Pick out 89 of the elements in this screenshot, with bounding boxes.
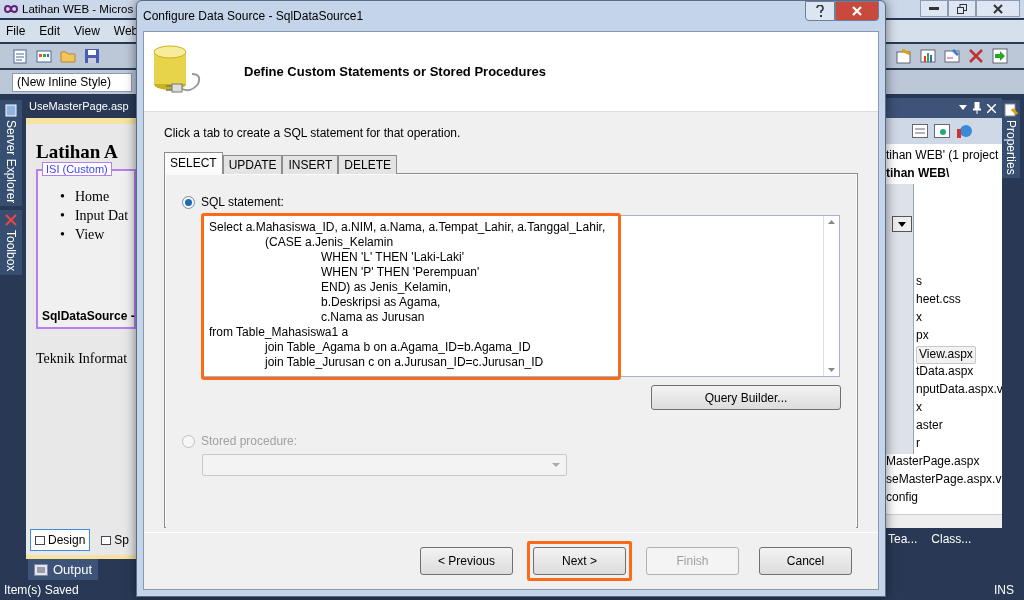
tree-item[interactable]: heet.css <box>916 292 961 310</box>
page-link[interactable]: Input Dat <box>74 206 129 225</box>
window-title: Latihan WEB - Micros <box>22 3 134 15</box>
menu-item[interactable]: File <box>6 24 26 38</box>
help-button[interactable] <box>805 1 835 21</box>
sql-field[interactable] <box>202 215 840 377</box>
tree-item[interactable]: config <box>886 490 919 508</box>
tree-item[interactable]: aster <box>916 418 943 436</box>
minimize-button[interactable] <box>920 0 948 17</box>
tree-item[interactable]: View.aspx <box>916 346 976 364</box>
caret-icon <box>552 463 560 467</box>
restore-icon <box>957 3 967 14</box>
close-button[interactable] <box>976 0 1020 17</box>
bullet: • <box>60 207 65 225</box>
tree-item[interactable]: seMasterPage.aspx.v <box>886 472 1002 490</box>
tree-item[interactable]: tihan WEB' (1 project <box>886 148 999 166</box>
status-message: Item(s) Saved <box>4 583 79 597</box>
sql-text: Select a.Mahasiswa_ID, a.NIM, a.Nama, a.Tempat_Lahir, a.Tanggal_Lahir, (CASE a.Jenis_Kelamin WHEN 'L' THEN 'Laki-Laki' WHEN 'P' THEN 'Perempuan' END) as Jenis_Kelamin, b.Deskripsi as Agama, c.Nama as Jurusan from Table_Mahasiswa1 a join Table_Agama b on a.Agama_ID=b.Agama_ID join Table_Jurusan c on a.Jurusan_ID=c.Jurusan_ID <box>208 219 607 371</box>
document-icon[interactable] <box>896 48 912 64</box>
pin-icon[interactable] <box>973 102 981 114</box>
menu-item[interactable]: View <box>74 24 100 38</box>
infinity-icon <box>3 4 19 14</box>
radio-button[interactable] <box>182 195 195 209</box>
close-icon[interactable] <box>987 103 996 113</box>
arrow-icon[interactable] <box>992 48 1008 64</box>
page-heading: Latihan A <box>36 142 118 161</box>
output-button[interactable]: Output <box>28 559 99 580</box>
view-tab[interactable]: Sp <box>96 529 130 551</box>
dialog-heading: Define Custom Statements or Stored Procedures <box>244 63 546 80</box>
statement-tab[interactable]: UPDATE <box>222 155 283 174</box>
close-icon <box>852 6 862 16</box>
footer-text: Teknik Informat <box>36 351 128 367</box>
statement-tab[interactable]: DELETE <box>338 155 397 174</box>
bullet: • <box>60 188 65 206</box>
tree-item[interactable]: tihan WEB\ <box>886 166 950 184</box>
tree-item[interactable]: r <box>916 436 920 454</box>
wizard-button[interactable]: Next > <box>533 547 626 575</box>
placeholder-label: ISI (Custom) <box>42 162 112 176</box>
horizontal-scrollbar[interactable] <box>886 514 1002 528</box>
bullet: • <box>60 226 65 244</box>
form-icon[interactable] <box>944 48 960 64</box>
page-link[interactable]: View <box>74 225 105 244</box>
option-label[interactable]: SQL statement: <box>201 195 284 209</box>
side-tab[interactable]: Properties <box>1002 100 1020 178</box>
view-icon <box>35 535 45 545</box>
statement-tab[interactable]: SELECT <box>164 152 223 174</box>
tree-item[interactable]: px <box>916 328 929 346</box>
properties-icon <box>1004 103 1018 117</box>
side-tab[interactable]: Server Explorer <box>0 100 22 207</box>
view-icon <box>101 535 112 545</box>
tree-item[interactable]: nputData.aspx.v <box>916 382 1002 400</box>
document-icon[interactable] <box>12 48 28 64</box>
tree-item[interactable]: MasterPage.aspx <box>886 454 980 472</box>
statement-tab[interactable]: INSERT <box>282 155 339 174</box>
query-builder-button[interactable]: Query Builder... <box>651 385 841 410</box>
page-link[interactable]: Home <box>74 187 110 206</box>
close-icon <box>993 3 1003 14</box>
minimize-icon <box>929 6 939 11</box>
style-dropdown[interactable]: (New Inline Style) <box>12 72 132 92</box>
restore-button[interactable] <box>948 0 976 17</box>
document-tab[interactable]: UseMasterPage.asp <box>26 98 132 118</box>
list-icon[interactable] <box>912 124 928 138</box>
side-tab[interactable]: Toolbox <box>0 210 22 275</box>
panel-tab[interactable]: Class... <box>931 532 972 546</box>
panel-tab[interactable]: Tea... <box>888 532 918 546</box>
instruction-text: Click a tab to create a SQL statement for that operation. <box>164 126 462 140</box>
datasource-control: SqlDataSource - <box>42 309 135 323</box>
tree-item[interactable]: x <box>916 400 922 418</box>
caret-icon <box>898 221 906 227</box>
tree-item[interactable]: s <box>916 274 922 292</box>
wizard-button[interactable]: < Previous <box>420 547 513 575</box>
dropdown-arrow-button[interactable] <box>892 216 912 232</box>
chart-icon[interactable] <box>920 48 936 64</box>
tree-item[interactable]: tData.aspx <box>916 364 974 382</box>
server-icon <box>4 103 18 117</box>
list-icon <box>34 563 48 576</box>
view-tab[interactable]: Design <box>30 529 91 551</box>
save-icon[interactable] <box>84 48 100 64</box>
help-icon <box>816 5 824 17</box>
menu-item[interactable]: Edit <box>39 24 61 38</box>
scroll-up-icon <box>828 220 835 224</box>
tree-item[interactable]: x <box>916 310 922 328</box>
scroll-down-icon <box>828 368 835 372</box>
grid-icon[interactable] <box>36 48 52 64</box>
dialog-title: Configure Data Source - SqlDataSource1 <box>143 9 364 23</box>
insert-mode: INS <box>994 583 1014 597</box>
wizard-button[interactable]: Cancel <box>759 547 852 575</box>
window-icon[interactable] <box>934 124 950 138</box>
dropdown-icon[interactable] <box>959 105 967 111</box>
